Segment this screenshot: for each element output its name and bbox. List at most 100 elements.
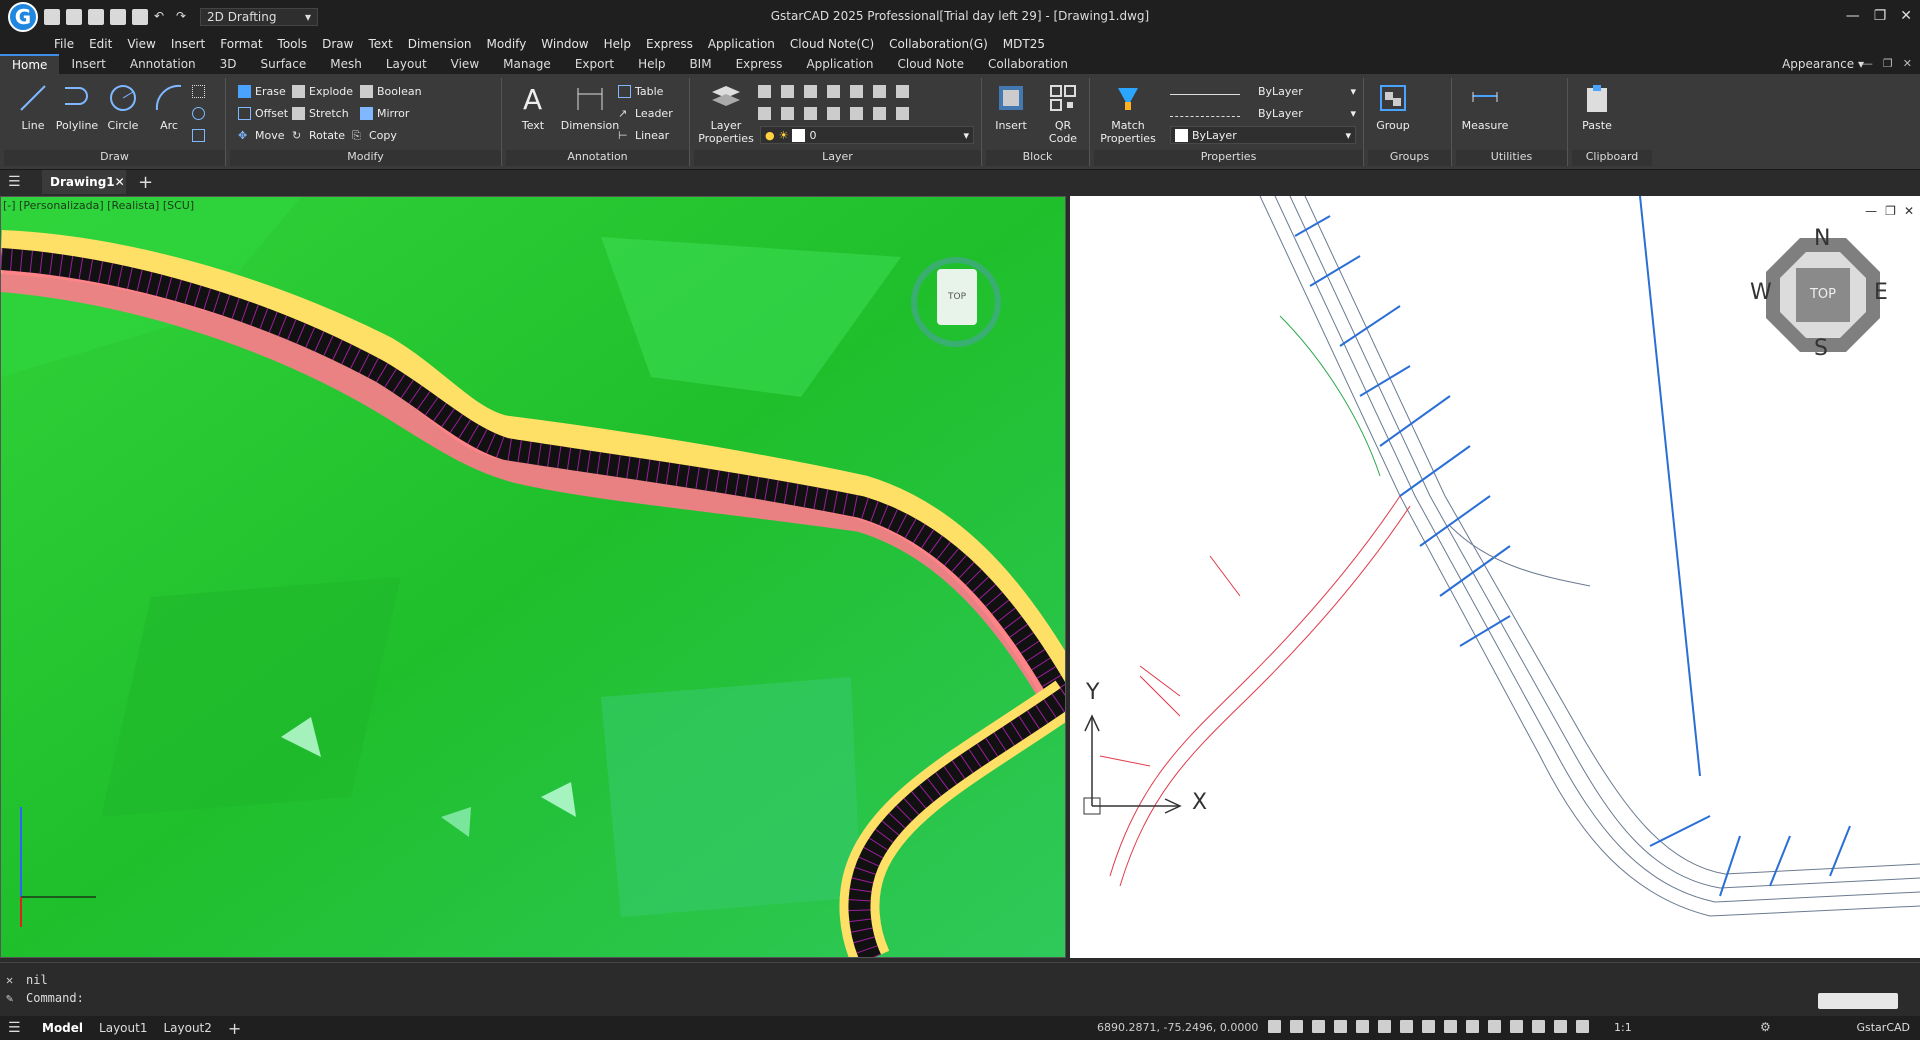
tab-surface[interactable]: Surface: [249, 54, 319, 74]
workspace-select[interactable]: 2D Drafting ▾: [200, 8, 318, 26]
tab-3d[interactable]: 3D: [208, 54, 249, 74]
compass-south[interactable]: S: [1814, 336, 1828, 361]
offset-button[interactable]: Offset: [238, 104, 288, 122]
menu-tools[interactable]: Tools: [278, 37, 308, 51]
tab-collaboration[interactable]: Collaboration: [976, 54, 1080, 74]
block-panel-title[interactable]: Block: [986, 150, 1089, 166]
dimension-button[interactable]: Dimension: [556, 80, 624, 132]
linear-button[interactable]: ⊢ Linear: [618, 126, 669, 144]
menu-cloud-note[interactable]: Cloud Note(C): [790, 37, 874, 51]
stretch-button[interactable]: Stretch: [292, 104, 349, 122]
menu-text[interactable]: Text: [368, 37, 392, 51]
text-button[interactable]: A Text: [508, 80, 558, 132]
compass-north[interactable]: N: [1814, 226, 1830, 251]
layer-tool-icon[interactable]: [873, 84, 886, 98]
command-toggle-button[interactable]: [1818, 993, 1898, 1009]
groups-panel-title[interactable]: Groups: [1368, 150, 1451, 166]
tab-view[interactable]: View: [439, 54, 491, 74]
tab-cloud-note[interactable]: Cloud Note: [886, 54, 977, 74]
workspace-icon[interactable]: [1554, 1020, 1567, 1033]
command-input[interactable]: Command:: [26, 991, 1816, 1007]
leader-button[interactable]: ↗ Leader: [618, 104, 673, 122]
lineweight-toggle-icon[interactable]: [1422, 1020, 1435, 1033]
menu-format[interactable]: Format: [220, 37, 262, 51]
compass-top-face[interactable]: TOP: [1796, 287, 1850, 302]
command-close-icon[interactable]: ✕: [6, 973, 13, 987]
menu-insert[interactable]: Insert: [171, 37, 205, 51]
new-tab-button[interactable]: +: [138, 172, 153, 193]
new-file-icon[interactable]: [44, 9, 60, 25]
tab-home[interactable]: Home: [0, 54, 60, 74]
annotation-panel-title[interactable]: Annotation: [506, 150, 689, 166]
hatch-button[interactable]: [192, 82, 205, 100]
draw-panel-title[interactable]: Draw: [4, 150, 225, 166]
menu-application[interactable]: Application: [708, 37, 775, 51]
close-icon[interactable]: ✕: [1903, 57, 1912, 70]
erase-button[interactable]: Erase: [238, 82, 286, 100]
restore-icon[interactable]: ❐: [1883, 57, 1893, 70]
tab-layout1[interactable]: Layout1: [91, 1021, 155, 1035]
ortho-icon[interactable]: [1312, 1020, 1325, 1033]
explode-button[interactable]: Explode: [292, 82, 353, 100]
insert-block-button[interactable]: Insert: [986, 80, 1036, 132]
compass-east[interactable]: E: [1874, 280, 1888, 305]
maximize-icon[interactable]: ❐: [1874, 8, 1887, 24]
boolean-button[interactable]: Boolean: [360, 82, 422, 100]
open-file-icon[interactable]: [66, 9, 82, 25]
tab-annotation[interactable]: Annotation: [118, 54, 208, 74]
measure-button[interactable]: Measure: [1458, 80, 1512, 132]
layer-tool-icon[interactable]: [758, 106, 771, 120]
paste-button[interactable]: Paste: [1572, 80, 1622, 132]
tab-layout[interactable]: Layout: [374, 54, 439, 74]
arc-button[interactable]: Arc: [144, 80, 194, 132]
line-button[interactable]: Line: [8, 80, 58, 132]
navigation-compass[interactable]: N S W E TOP: [1750, 226, 1888, 361]
layer-tool-icon[interactable]: [781, 84, 794, 98]
circle-button[interactable]: Circle: [98, 80, 148, 132]
viewport-3d[interactable]: [-] [Personalizada] [Realista] [SCU] TOP: [0, 196, 1066, 958]
layer-tool-icon[interactable]: [758, 84, 771, 98]
viewport-label[interactable]: [-] [Personalizada] [Realista] [SCU]: [3, 199, 194, 212]
move-button[interactable]: ✥ Move: [238, 126, 285, 144]
modify-panel-title[interactable]: Modify: [230, 150, 501, 166]
close-icon[interactable]: ✕: [1904, 204, 1914, 218]
add-layout-button[interactable]: +: [220, 1019, 249, 1038]
layer-tool-icon[interactable]: [896, 84, 909, 98]
viewcube-face[interactable]: TOP: [937, 269, 977, 325]
group-button[interactable]: Group: [1368, 80, 1418, 132]
menu-view[interactable]: View: [127, 37, 155, 51]
linetype-select[interactable]: ByLayer ▾: [1170, 82, 1356, 100]
document-tab[interactable]: Drawing1 ✕: [42, 170, 126, 194]
menu-express[interactable]: Express: [646, 37, 693, 51]
annotation-scale-icon[interactable]: [1576, 1020, 1589, 1033]
menu-draw[interactable]: Draw: [322, 37, 353, 51]
copy-button[interactable]: ⎘ Copy: [352, 126, 397, 144]
table-button[interactable]: Table: [618, 82, 663, 100]
app-logo[interactable]: G: [8, 2, 38, 32]
layer-tool-icon[interactable]: [873, 106, 886, 120]
appearance-menu[interactable]: Appearance ▾: [1782, 57, 1864, 71]
layer-tool-icon[interactable]: [850, 106, 863, 120]
tab-layout2[interactable]: Layout2: [155, 1021, 219, 1035]
layer-tool-icon[interactable]: [850, 84, 863, 98]
rectangle-button[interactable]: [192, 126, 205, 144]
layer-tool-icon[interactable]: [804, 106, 817, 120]
layer-tool-icon[interactable]: [804, 84, 817, 98]
layer-properties-button[interactable]: Layer Properties: [694, 80, 758, 145]
settings-icon[interactable]: ⚙: [1760, 1020, 1771, 1034]
minimize-icon[interactable]: —: [1846, 8, 1860, 24]
ellipse-button[interactable]: [192, 104, 205, 122]
tab-export[interactable]: Export: [563, 54, 626, 74]
selection-cycling-icon[interactable]: [1466, 1020, 1479, 1033]
menu-dimension[interactable]: Dimension: [408, 37, 472, 51]
tab-model[interactable]: Model: [34, 1021, 91, 1035]
polar-icon[interactable]: [1334, 1020, 1347, 1033]
osnap-icon[interactable]: [1356, 1020, 1369, 1033]
menu-collaboration[interactable]: Collaboration(G): [889, 37, 988, 51]
viewcube[interactable]: TOP: [911, 257, 1001, 347]
grid-icon[interactable]: [1268, 1020, 1281, 1033]
dyn-icon[interactable]: [1400, 1020, 1413, 1033]
layer-tool-icon[interactable]: [781, 106, 794, 120]
redo-icon[interactable]: ↷: [176, 9, 192, 25]
properties-panel-title[interactable]: Properties: [1094, 150, 1363, 166]
